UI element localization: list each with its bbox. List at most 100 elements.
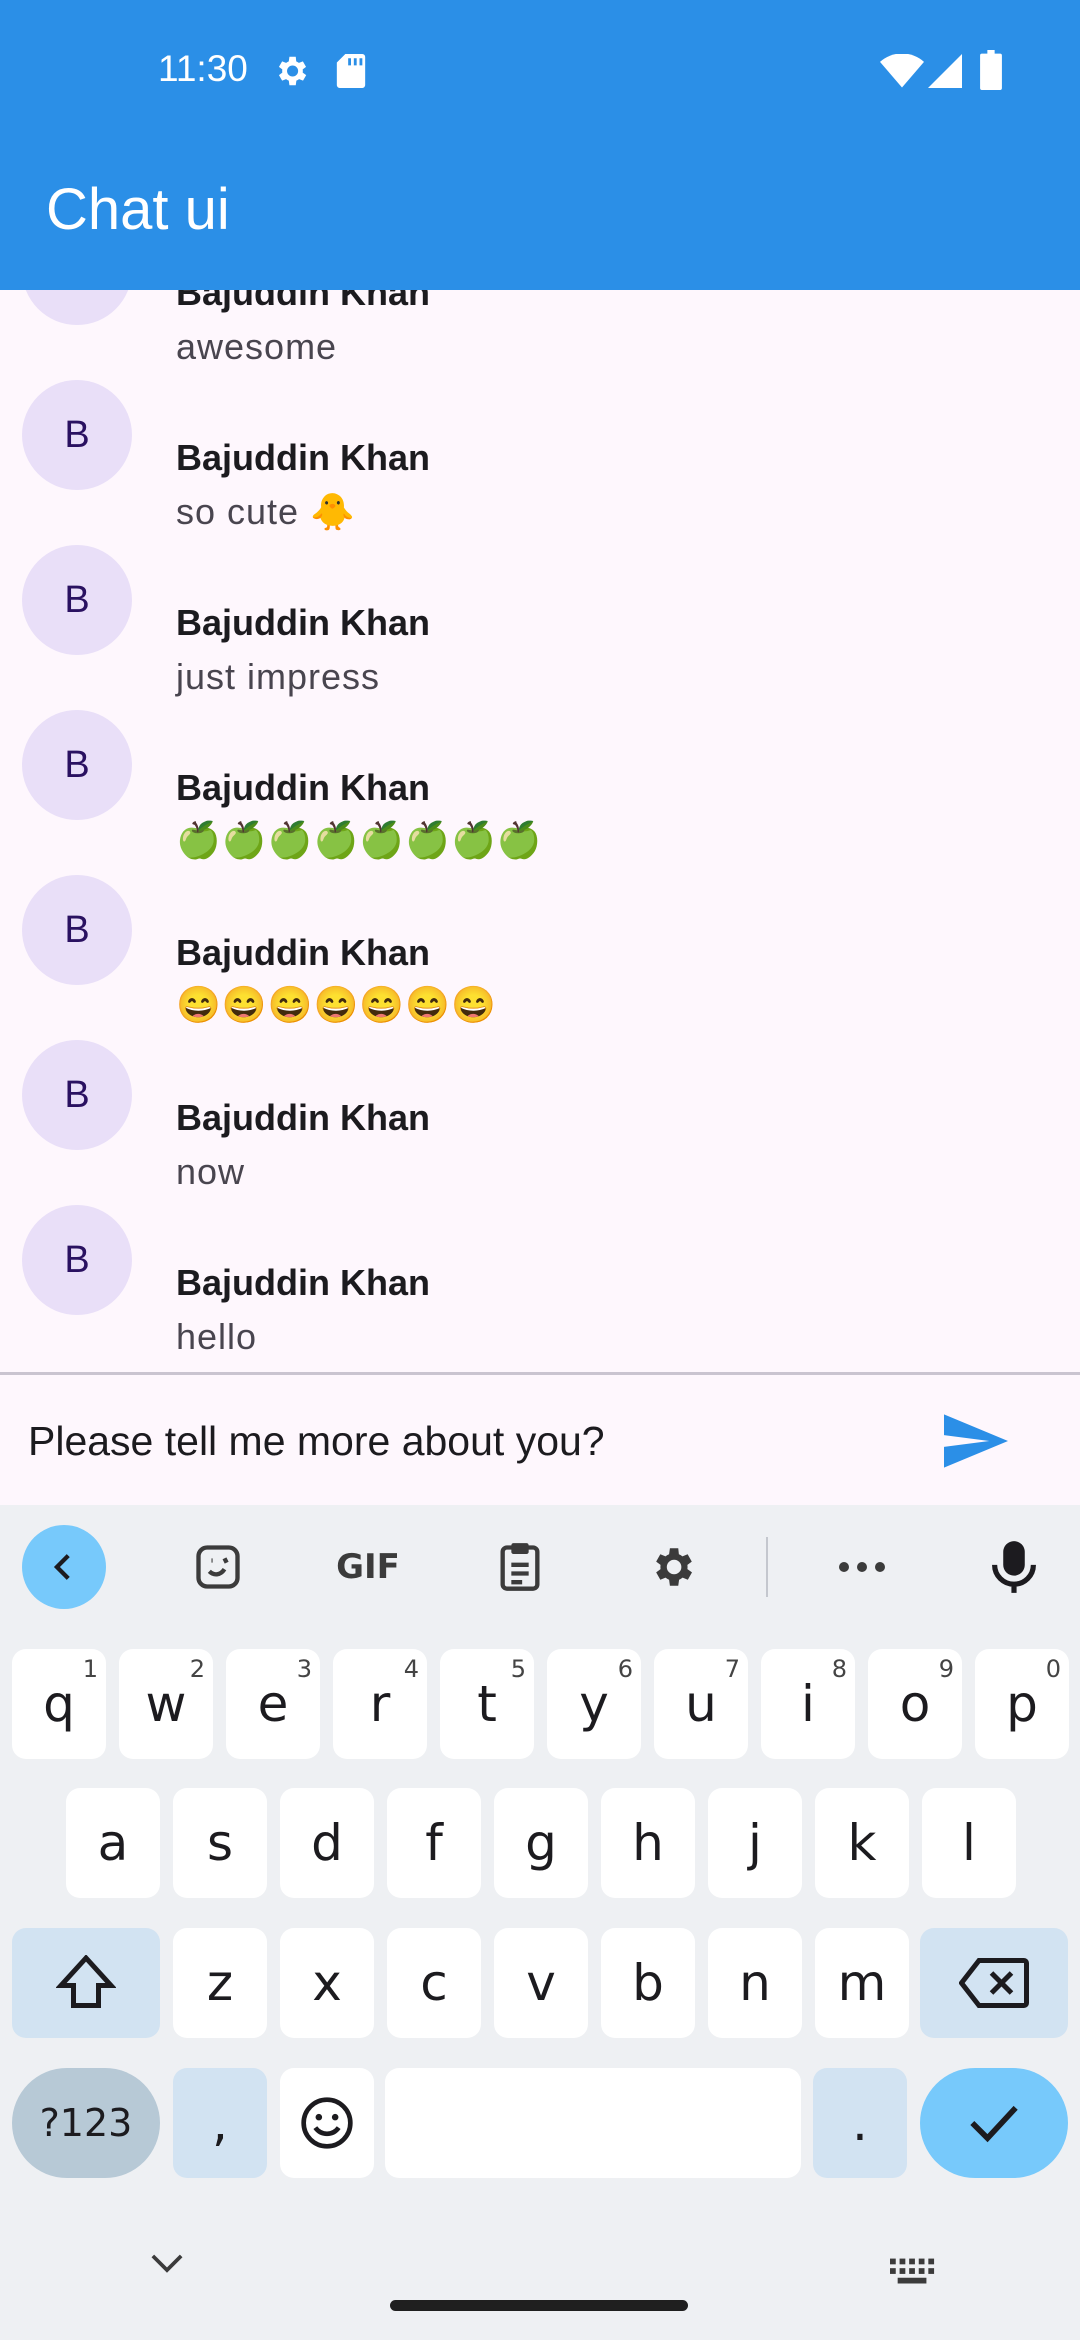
wifi-icon	[880, 54, 924, 88]
key-label: z	[206, 1954, 234, 2012]
key-w[interactable]: w2	[119, 1649, 213, 1759]
status-bar: 11:30	[0, 0, 1080, 144]
key-e[interactable]: e3	[226, 1649, 320, 1759]
chat-item[interactable]: B Bajuddin Khan 🍏🍏🍏🍏🍏🍏🍏🍏	[0, 683, 1080, 860]
key-x[interactable]: x	[280, 1928, 374, 2038]
enter-key[interactable]	[920, 2068, 1068, 2178]
key-hint: 5	[510, 1655, 526, 1683]
send-button[interactable]	[940, 1405, 1012, 1477]
key-c[interactable]: c	[387, 1928, 481, 2038]
key-u[interactable]: u7	[654, 1649, 748, 1759]
composer-bar	[0, 1375, 1080, 1505]
message-input[interactable]	[28, 1411, 898, 1471]
avatar: B	[22, 545, 132, 655]
status-time: 11:30	[158, 48, 248, 89]
key-i[interactable]: i8	[761, 1649, 855, 1759]
key-label: o	[899, 1675, 931, 1733]
key-t[interactable]: t5	[440, 1649, 534, 1759]
key-r[interactable]: r4	[333, 1649, 427, 1759]
key-n[interactable]: n	[708, 1928, 802, 2038]
key-label: d	[311, 1814, 343, 1872]
key-label: c	[420, 1954, 448, 2012]
avatar: B	[22, 1040, 132, 1150]
key-z[interactable]: z	[173, 1928, 267, 2038]
signal-icon	[928, 54, 962, 88]
avatar: B	[22, 290, 132, 325]
chat-item[interactable]: B Bajuddin Khan now	[0, 1013, 1080, 1192]
settings-icon	[278, 56, 307, 86]
settings-icon[interactable]	[630, 1525, 714, 1609]
comma-key[interactable]: ,	[173, 2068, 267, 2178]
key-d[interactable]: d	[280, 1788, 374, 1898]
space-key[interactable]	[385, 2068, 801, 2178]
key-label: p	[1006, 1675, 1038, 1733]
key-hint: 6	[617, 1655, 633, 1683]
sender-name: Bajuddin Khan	[176, 932, 430, 973]
keyboard: GIF q1 w2 e3 r4 t5 y6 u7 i8 o9 p0 a s d …	[0, 1505, 1080, 2340]
key-label: e	[257, 1675, 289, 1733]
avatar: B	[22, 875, 132, 985]
key-label: g	[525, 1814, 557, 1872]
chat-item[interactable]: B Bajuddin Khan 😄😄😄😄😄😄😄	[0, 848, 1080, 1025]
gif-icon[interactable]: GIF	[326, 1525, 410, 1609]
key-s[interactable]: s	[173, 1788, 267, 1898]
backspace-icon	[959, 1958, 1029, 2008]
key-y[interactable]: y6	[547, 1649, 641, 1759]
keyboard-switch-icon[interactable]	[890, 2258, 936, 2286]
sender-name: Bajuddin Khan	[176, 602, 430, 643]
avatar: B	[22, 380, 132, 490]
key-o[interactable]: o9	[868, 1649, 962, 1759]
hide-keyboard-icon[interactable]	[150, 2252, 184, 2274]
key-label: l	[962, 1814, 976, 1872]
backspace-key[interactable]	[920, 1928, 1068, 2038]
message-text: hello	[176, 1316, 258, 1357]
key-m[interactable]: m	[815, 1928, 909, 2038]
key-h[interactable]: h	[601, 1788, 695, 1898]
key-label: m	[837, 1954, 887, 2012]
mic-icon[interactable]	[972, 1525, 1056, 1609]
key-label: i	[801, 1675, 815, 1733]
key-hint: 2	[189, 1655, 205, 1683]
symbols-key[interactable]: ?123	[12, 2068, 160, 2178]
key-q[interactable]: q1	[12, 1649, 106, 1759]
key-f[interactable]: f	[387, 1788, 481, 1898]
key-label: q	[43, 1675, 75, 1733]
key-v[interactable]: v	[494, 1928, 588, 2038]
sticker-icon[interactable]	[176, 1525, 260, 1609]
shift-key[interactable]	[12, 1928, 160, 2038]
app-bar: Chat ui	[0, 144, 1080, 290]
chat-list[interactable]: B Bajuddin Khan awesome B Bajuddin Khan …	[0, 290, 1080, 1372]
chat-item[interactable]: B Bajuddin Khan hello	[0, 1178, 1080, 1357]
key-label: t	[477, 1675, 497, 1733]
key-k[interactable]: k	[815, 1788, 909, 1898]
emoji-key[interactable]	[280, 2068, 374, 2178]
home-handle[interactable]	[390, 2300, 688, 2311]
key-p[interactable]: p0	[975, 1649, 1069, 1759]
key-label: .	[852, 2094, 868, 2152]
sd-card-icon	[336, 54, 366, 88]
chat-item[interactable]: B Bajuddin Khan so cute 🐥	[0, 353, 1080, 532]
chat-item[interactable]: B Bajuddin Khan awesome	[0, 290, 1080, 367]
sender-name: Bajuddin Khan	[176, 1262, 430, 1303]
check-icon	[970, 2105, 1018, 2143]
app-title: Chat ui	[46, 177, 230, 242]
keyboard-toolbar: GIF	[0, 1505, 1080, 1630]
key-hint: 3	[296, 1655, 312, 1683]
key-l[interactable]: l	[922, 1788, 1016, 1898]
clipboard-icon[interactable]	[478, 1525, 562, 1609]
key-label: ,	[212, 2094, 228, 2152]
avatar: B	[22, 1205, 132, 1315]
key-hint: 0	[1045, 1655, 1061, 1683]
key-hint: 1	[82, 1655, 98, 1683]
period-key[interactable]: .	[813, 2068, 907, 2178]
key-hint: 9	[938, 1655, 954, 1683]
collapse-icon[interactable]	[22, 1525, 106, 1609]
key-g[interactable]: g	[494, 1788, 588, 1898]
key-label: ?123	[39, 2101, 133, 2145]
key-j[interactable]: j	[708, 1788, 802, 1898]
more-icon[interactable]	[820, 1525, 904, 1609]
key-a[interactable]: a	[66, 1788, 160, 1898]
key-b[interactable]: b	[601, 1928, 695, 2038]
chat-item[interactable]: B Bajuddin Khan just impress	[0, 518, 1080, 697]
key-label: n	[739, 1954, 771, 2012]
